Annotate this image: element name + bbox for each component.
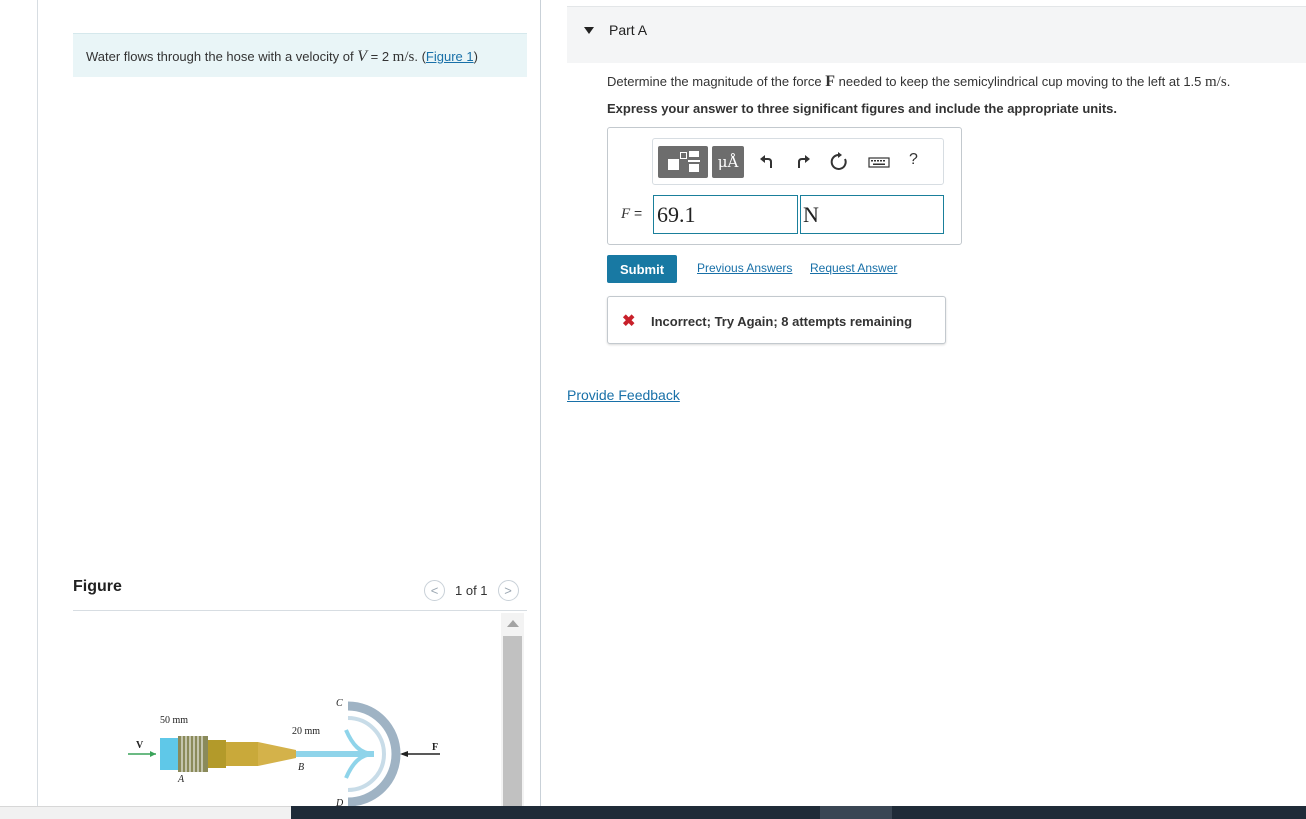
answer-unit-input[interactable]: N [800, 195, 944, 234]
redo-icon[interactable] [793, 152, 813, 172]
figure-scroll-thumb[interactable] [503, 636, 522, 806]
a-label: A [177, 774, 185, 785]
problem-equals: = 2 [367, 49, 393, 64]
caret-down-icon [584, 27, 594, 34]
problem-statement: Water flows through the hose with a velo… [73, 33, 527, 77]
nozzle-taper [258, 742, 296, 766]
answer-label: F = [621, 205, 642, 223]
part-title: Part A [609, 22, 648, 38]
figure-counter: 1 of 1 [455, 583, 488, 598]
keyboard-icon[interactable] [867, 152, 891, 172]
v-label: V [136, 740, 144, 751]
reset-icon[interactable] [829, 152, 849, 172]
question-text-after: needed to keep the semicylindrical cup m… [835, 74, 1206, 89]
hose-cup-figure: 50 mm 20 mm V A B C D F [128, 698, 440, 806]
request-answer-link[interactable]: Request Answer [810, 261, 897, 275]
answer-equals: = [630, 205, 643, 221]
dim-50mm-label: 50 mm [160, 715, 188, 726]
feedback-text: Incorrect; Try Again; 8 attempts remaini… [651, 314, 913, 329]
figure-divider [73, 610, 527, 611]
nozzle-section [226, 742, 258, 766]
units-button[interactable]: μÅ [712, 146, 744, 178]
chevron-left-icon: < [430, 583, 439, 598]
chevron-right-icon: > [504, 583, 512, 598]
figure-prev-button[interactable]: < [424, 580, 445, 601]
velocity-unit: m/s [392, 49, 415, 65]
incorrect-x-icon: ✖ [622, 313, 636, 330]
previous-answers-link[interactable]: Previous Answers [697, 261, 792, 275]
nozzle-body [208, 740, 226, 768]
question-text-before: Determine the magnitude of the force [607, 74, 826, 89]
math-toolbar: μÅ ? [652, 138, 944, 185]
velocity-arrow-head [150, 751, 156, 757]
figure-next-button[interactable]: > [497, 580, 519, 601]
c-label: C [336, 698, 343, 709]
left-pane-border [37, 0, 38, 806]
scroll-up-arrow-icon[interactable] [507, 620, 519, 627]
status-bar [0, 806, 291, 819]
help-button[interactable]: ? [909, 151, 918, 169]
pane-divider[interactable] [540, 0, 541, 806]
speed-unit: m/s [1205, 74, 1227, 90]
problem-close-paren: ) [473, 49, 478, 64]
answer-variable: F [621, 206, 631, 222]
answer-box: μÅ ? F = 69.1 N [607, 127, 962, 245]
taskbar-active-item[interactable] [820, 806, 892, 819]
velocity-variable: V [357, 48, 367, 65]
templates-button[interactable] [658, 146, 708, 178]
dim-20mm-label: 20 mm [292, 726, 320, 737]
problem-text: Water flows through the hose with a velo… [86, 49, 358, 64]
figure-title: Figure [73, 578, 122, 595]
feedback-message: ✖ Incorrect; Try Again; 8 attempts remai… [607, 296, 946, 344]
figure-link[interactable]: Figure 1 [426, 49, 474, 64]
app-frame: Water flows through the hose with a velo… [0, 0, 1306, 819]
part-a-header[interactable]: Part A [567, 6, 1306, 63]
taskbar [291, 806, 1306, 819]
question-text: Determine the magnitude of the force F n… [607, 73, 1230, 91]
question-period: . [1226, 74, 1231, 89]
b-label: B [298, 762, 304, 773]
f-label: F [432, 742, 438, 753]
d-label: D [335, 798, 344, 806]
undo-icon[interactable] [757, 152, 777, 172]
template-icon [668, 159, 679, 170]
problem-text-after: . ( [414, 49, 426, 64]
submit-button[interactable]: Submit [607, 255, 677, 283]
answer-value-input[interactable]: 69.1 [653, 195, 798, 234]
hose-end [160, 738, 178, 770]
figure-navigation: < 1 of 1 > [424, 580, 519, 601]
provide-feedback-link[interactable]: Provide Feedback [567, 387, 680, 403]
force-variable: F [825, 73, 836, 90]
instruction-text: Express your answer to three significant… [607, 101, 1117, 116]
